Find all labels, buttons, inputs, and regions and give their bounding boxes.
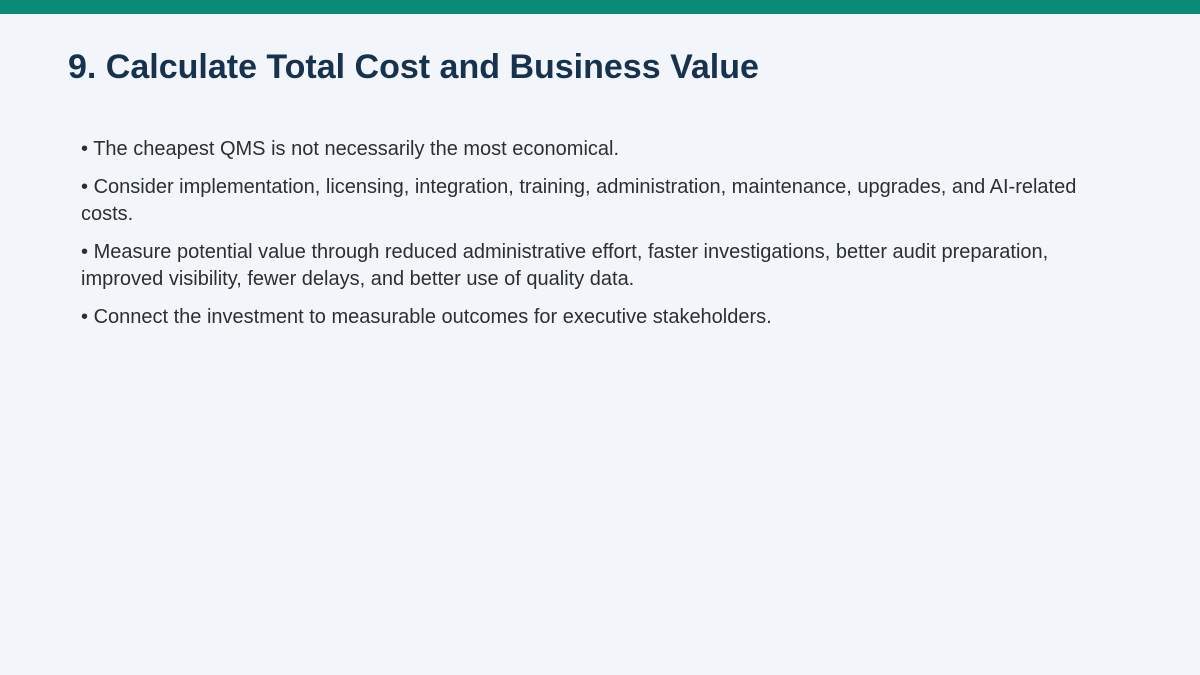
bullet-item-cost-factors: • Consider implementation, licensing, in…: [81, 174, 1121, 228]
bullet-text: Consider implementation, licensing, inte…: [81, 176, 1077, 225]
bullet-list: • The cheapest QMS is not necessarily th…: [81, 136, 1121, 342]
bullet-item-cheapest-qms: • The cheapest QMS is not necessarily th…: [81, 136, 1121, 163]
bullet-marker: •: [81, 138, 89, 160]
bullet-marker: •: [81, 176, 89, 198]
bullet-marker: •: [81, 241, 89, 263]
bullet-item-value-measures: • Measure potential value through reduce…: [81, 239, 1121, 293]
accent-top-bar: [0, 0, 1200, 14]
slide-title: 9. Calculate Total Cost and Business Val…: [68, 48, 759, 86]
bullet-text: Connect the investment to measurable out…: [93, 306, 772, 328]
bullet-text: Measure potential value through reduced …: [81, 241, 1049, 290]
bullet-item-executive-outcomes: • Connect the investment to measurable o…: [81, 304, 1121, 331]
bullet-marker: •: [81, 306, 89, 328]
bullet-text: The cheapest QMS is not necessarily the …: [93, 138, 620, 160]
